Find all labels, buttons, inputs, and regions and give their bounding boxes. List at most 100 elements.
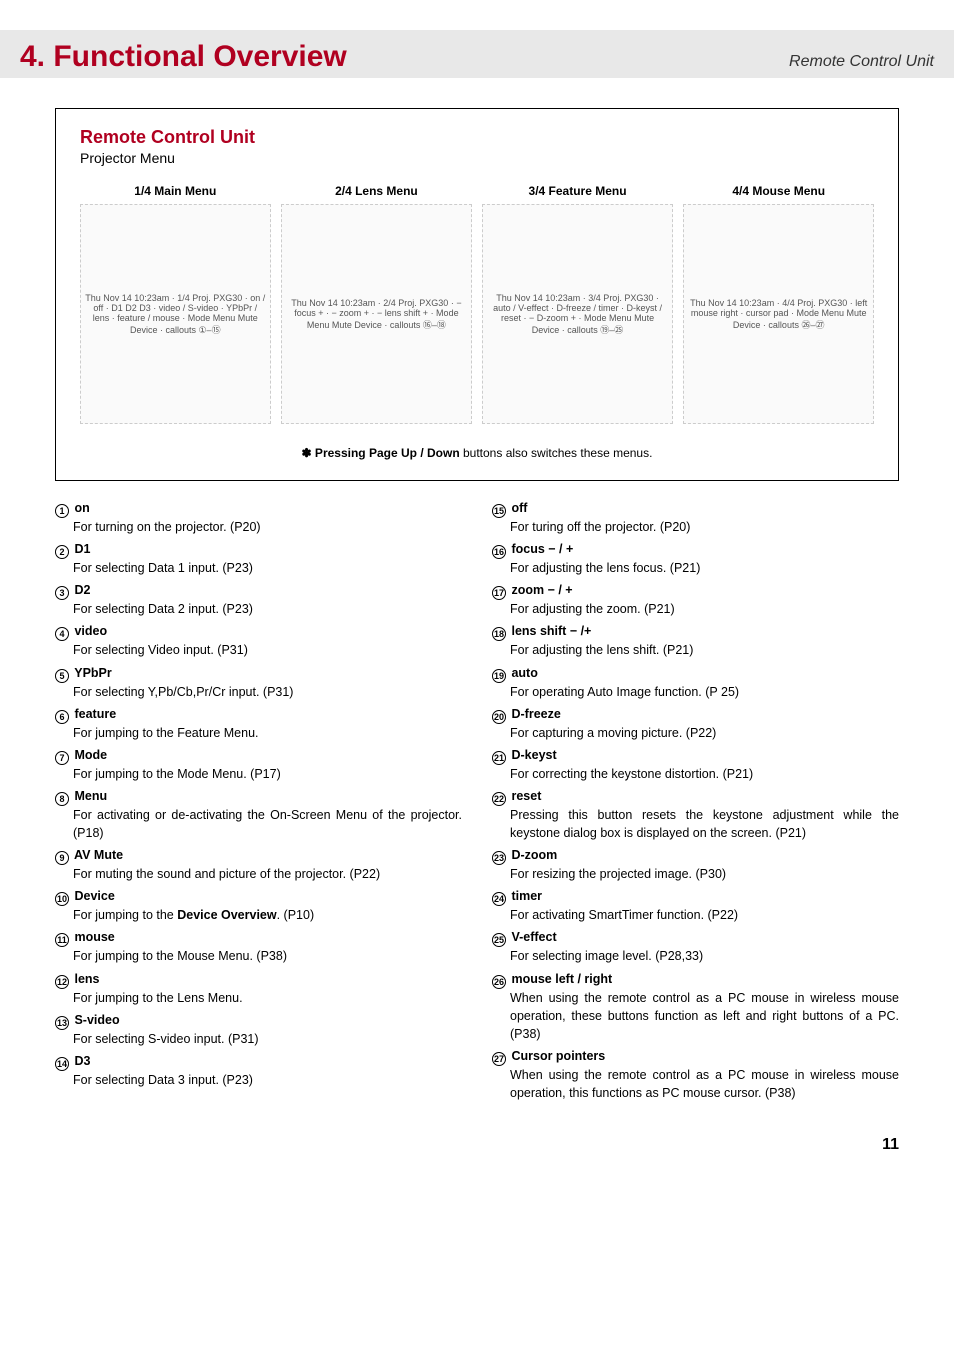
list-item: 11 mouseFor jumping to the Mouse Menu. (… (55, 928, 462, 965)
item-head: 5 YPbPr (55, 666, 112, 680)
item-head: 13 S-video (55, 1013, 120, 1027)
item-head: 16 focus − / + (492, 542, 573, 556)
list-item: 5 YPbPr For selecting Y,Pb/Cb,Pr/Cr input… (55, 664, 462, 701)
list-item: 24 timer For activating SmartTimer functi… (492, 887, 899, 924)
header-band: 4. Functional Overview Remote Control Un… (0, 30, 954, 78)
box-subtitle: Projector Menu (80, 150, 874, 166)
item-desc: For selecting Video input. (P31) (55, 641, 462, 659)
remote-control-box: Remote Control Unit Projector Menu 1/4 M… (55, 108, 899, 481)
item-head: 1 on (55, 501, 90, 515)
circled-number: 2 (55, 545, 69, 559)
item-desc: For selecting Data 2 input. (P23) (55, 600, 462, 618)
mouse-menu-diagram: Thu Nov 14 10:23am · 4/4 Proj. PXG30 · l… (683, 204, 874, 424)
item-desc: Pressing this button resets the keystone… (492, 806, 899, 842)
list-item: 2 D1 For selecting Data 1 input. (P23) (55, 540, 462, 577)
menu-col-2: 2/4 Lens Menu Thu Nov 14 10:23am · 2/4 P… (281, 184, 472, 424)
item-head: 10 Device (55, 889, 115, 903)
item-head: 19 auto (492, 666, 538, 680)
list-item: 27 Cursor pointersWhen using the remote … (492, 1047, 899, 1102)
list-item: 1 on For turning on the projector. (P20) (55, 499, 462, 536)
item-head: 25 V-effect (492, 930, 557, 944)
feature-menu-diagram: Thu Nov 14 10:23am · 3/4 Proj. PXG30 · a… (482, 204, 673, 424)
item-desc: For resizing the projected image. (P30) (492, 865, 899, 883)
circled-number: 14 (55, 1057, 69, 1071)
menu-heading: 1/4 Main Menu (80, 184, 271, 198)
circled-number: 5 (55, 669, 69, 683)
item-desc: For selecting image level. (P28,33) (492, 947, 899, 965)
menus-row: 1/4 Main Menu Thu Nov 14 10:23am · 1/4 P… (80, 184, 874, 424)
circled-number: 26 (492, 975, 506, 989)
note-bold: Page Up / Down (369, 446, 460, 460)
circled-number: 15 (492, 504, 506, 518)
item-desc: For activating or de-activating the On-S… (55, 806, 462, 842)
list-item: 18 lens shift − /+ For adjusting the lens… (492, 622, 899, 659)
left-list: 1 on For turning on the projector. (P20) 2… (55, 499, 462, 1106)
list-item: 6 featureFor jumping to the Feature Menu… (55, 705, 462, 742)
item-head: 9 AV Mute (55, 848, 123, 862)
item-head: 20 D-freeze (492, 707, 561, 721)
note-suffix: buttons also switches these menus. (460, 446, 653, 460)
menu-heading: 3/4 Feature Menu (482, 184, 673, 198)
item-head: 4 video (55, 624, 107, 638)
menu-col-4: 4/4 Mouse Menu Thu Nov 14 10:23am · 4/4 … (683, 184, 874, 424)
main-menu-diagram: Thu Nov 14 10:23am · 1/4 Proj. PXG30 · o… (80, 204, 271, 424)
item-head: 8 Menu (55, 789, 107, 803)
item-head: 17 zoom − / + (492, 583, 573, 597)
item-head: 2 D1 (55, 542, 90, 556)
list-item: 10 DeviceFor jumping to the Device Overv… (55, 887, 462, 924)
item-desc: For selecting Data 1 input. (P23) (55, 559, 462, 577)
circled-number: 25 (492, 933, 506, 947)
circled-number: 11 (55, 933, 69, 947)
list-item: 16 focus − / + For adjusting the lens foc… (492, 540, 899, 577)
circled-number: 8 (55, 792, 69, 806)
circled-number: 6 (55, 710, 69, 724)
item-head: 26 mouse left / right (492, 972, 612, 986)
list-item: 9 AV Mute For muting the sound and pictur… (55, 846, 462, 883)
item-desc: For jumping to the Mode Menu. (P17) (55, 765, 462, 783)
item-head: 6 feature (55, 707, 116, 721)
lists-row: 1 on For turning on the projector. (P20) 2… (55, 499, 899, 1106)
list-item: 20 D-freezeFor capturing a moving pictur… (492, 705, 899, 742)
section-title: 4. Functional Overview (20, 40, 347, 74)
item-desc: When using the remote control as a PC mo… (492, 1066, 899, 1102)
list-item: 8 Menu For activating or de-activating th… (55, 787, 462, 842)
menu-heading: 2/4 Lens Menu (281, 184, 472, 198)
list-item: 14 D3For selecting Data 3 input. (P23) (55, 1052, 462, 1089)
circled-number: 9 (55, 851, 69, 865)
circled-number: 27 (492, 1052, 506, 1066)
item-desc: For operating Auto Image function. (P 25… (492, 683, 899, 701)
circled-number: 4 (55, 627, 69, 641)
item-desc: For muting the sound and picture of the … (55, 865, 462, 883)
item-desc: For correcting the keystone distortion. … (492, 765, 899, 783)
menu-heading: 4/4 Mouse Menu (683, 184, 874, 198)
list-item: 22 reset Pressing this button resets the … (492, 787, 899, 842)
circled-number: 13 (55, 1016, 69, 1030)
item-desc: For selecting Y,Pb/Cb,Pr/Cr input. (P31) (55, 683, 462, 701)
item-desc: For jumping to the Mouse Menu. (P38) (55, 947, 462, 965)
menu-col-1: 1/4 Main Menu Thu Nov 14 10:23am · 1/4 P… (80, 184, 271, 424)
item-head: 3 D2 (55, 583, 90, 597)
item-desc: For adjusting the lens shift. (P21) (492, 641, 899, 659)
list-item: 3 D2 For selecting Data 2 input. (P23) (55, 581, 462, 618)
circled-number: 18 (492, 627, 506, 641)
list-item: 26 mouse left / rightWhen using the remo… (492, 970, 899, 1043)
item-head: 24 timer (492, 889, 542, 903)
menu-col-3: 3/4 Feature Menu Thu Nov 14 10:23am · 3/… (482, 184, 673, 424)
list-item: 7 ModeFor jumping to the Mode Menu. (P17… (55, 746, 462, 783)
item-desc: For selecting S-video input. (P31) (55, 1030, 462, 1048)
section-subtitle: Remote Control Unit (789, 53, 934, 71)
list-item: 19 auto For operating Auto Image function… (492, 664, 899, 701)
item-desc: For activating SmartTimer function. (P22… (492, 906, 899, 924)
item-desc: For turning on the projector. (P20) (55, 518, 462, 536)
item-head: 22 reset (492, 789, 541, 803)
list-item: 23 D-zoomFor resizing the projected imag… (492, 846, 899, 883)
right-list: 15 offFor turing off the projector. (P20… (492, 499, 899, 1106)
list-item: 4 video For selecting Video input. (P31) (55, 622, 462, 659)
list-item: 15 offFor turing off the projector. (P20… (492, 499, 899, 536)
note-prefix: ✽ Pressing (302, 446, 369, 460)
circled-number: 3 (55, 586, 69, 600)
item-head: 18 lens shift − /+ (492, 624, 591, 638)
item-desc-bold: Device Overview (177, 908, 276, 922)
lens-menu-diagram: Thu Nov 14 10:23am · 2/4 Proj. PXG30 · −… (281, 204, 472, 424)
item-desc: For adjusting the lens focus. (P21) (492, 559, 899, 577)
